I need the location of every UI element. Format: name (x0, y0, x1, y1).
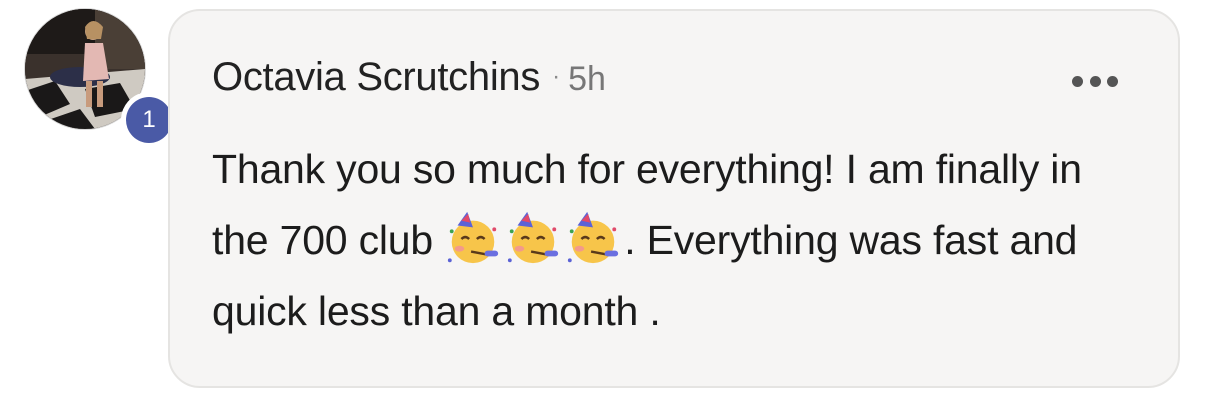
more-dot (1107, 75, 1118, 87)
comment-text: Thank you so much for everything! I am f… (212, 134, 1142, 347)
partying-face-emoji (448, 211, 499, 264)
avatar-container[interactable]: 1 (24, 8, 177, 148)
timestamp[interactable]: 5h (568, 60, 606, 99)
separator-dot: · (552, 63, 561, 90)
partying-face-emoji (568, 211, 619, 264)
author-name[interactable]: Octavia Scrutchins (212, 55, 540, 100)
partying-face-emoji (508, 211, 559, 264)
comment-bubble: Octavia Scrutchins · 5h Thank you so muc… (168, 9, 1180, 388)
comment: 1 Octavia Scrutchins · 5h Thank you so m… (0, 0, 1206, 403)
more-dot (1089, 75, 1101, 87)
more-dot (1072, 75, 1083, 87)
badge-count: 1 (126, 97, 172, 143)
comment-header: Octavia Scrutchins · 5h (212, 55, 606, 100)
more-options-icon[interactable] (1072, 73, 1118, 89)
